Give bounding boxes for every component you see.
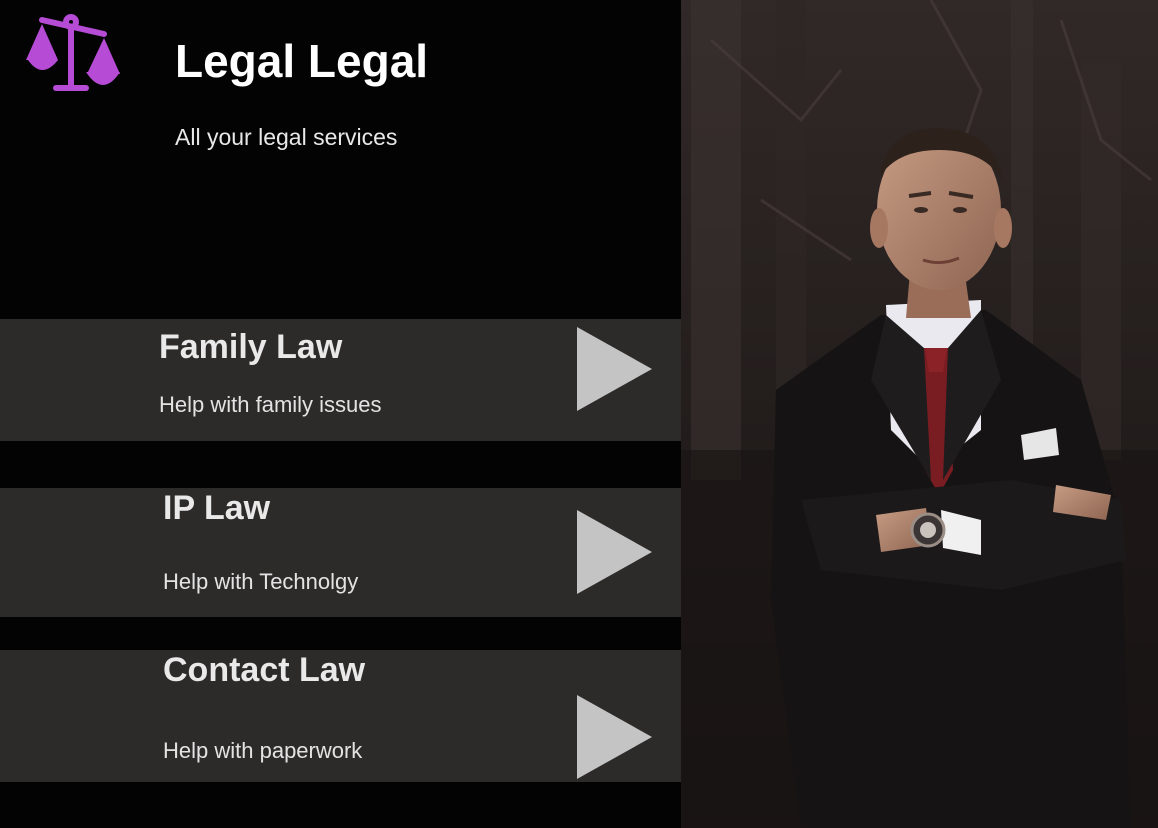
service-card-contact-law[interactable]: Contact Law Help with paperwork	[0, 650, 681, 782]
service-title: Contact Law	[163, 651, 366, 689]
play-arrow-icon[interactable]	[577, 695, 652, 779]
hero-photo-illustration	[681, 0, 1158, 828]
play-arrow-icon[interactable]	[577, 510, 652, 594]
left-panel: Legal Legal All your legal services Fami…	[0, 0, 681, 828]
service-description: Help with paperwork	[163, 738, 363, 763]
service-description: Help with family issues	[159, 392, 382, 417]
service-title: IP Law	[163, 489, 271, 527]
play-arrow-icon[interactable]	[577, 327, 652, 411]
service-card-family-law[interactable]: Family Law Help with family issues	[0, 319, 681, 441]
hero-photo	[681, 0, 1158, 828]
scales-of-justice-icon	[26, 14, 120, 91]
service-card-ip-law[interactable]: IP Law Help with Technolgy	[0, 488, 681, 617]
brand-title: Legal Legal	[175, 35, 429, 87]
page: Legal Legal All your legal services Fami…	[0, 0, 1158, 828]
service-description: Help with Technolgy	[163, 569, 359, 594]
service-title: Family Law	[159, 328, 343, 366]
brand-subtitle: All your legal services	[175, 124, 398, 150]
